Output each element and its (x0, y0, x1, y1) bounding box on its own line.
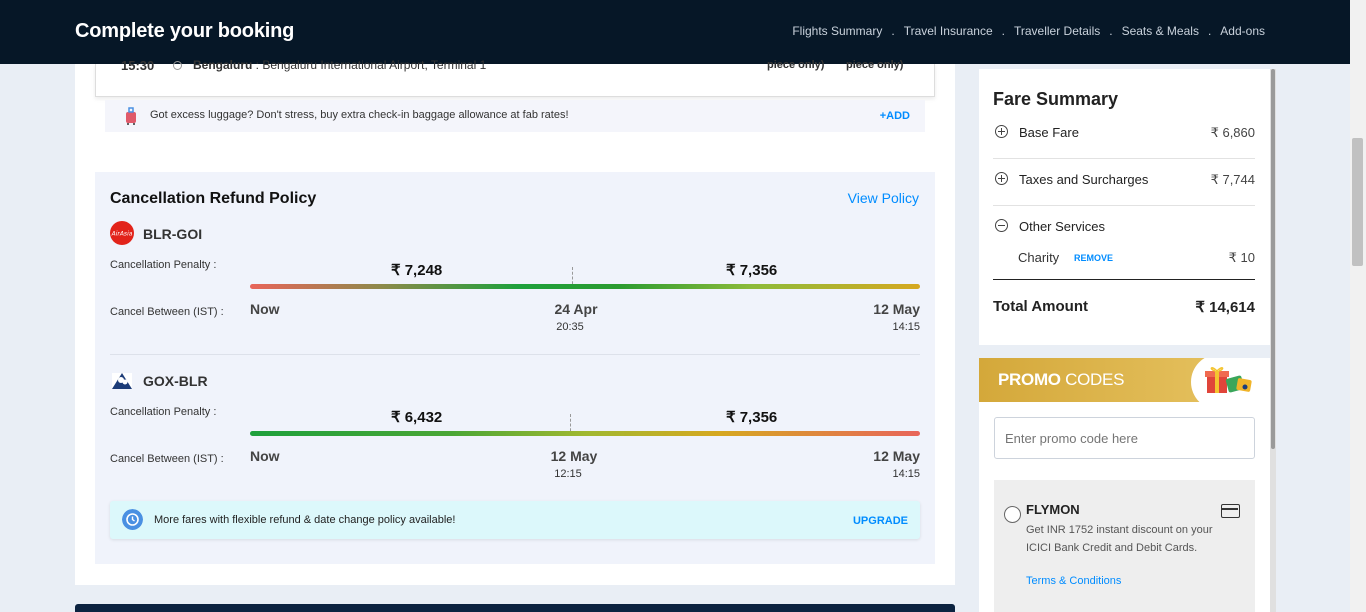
next-section-bar (75, 604, 955, 612)
timeline-start: Now (250, 301, 280, 317)
flight-segment-card: 15:30 Bengaluru : Bengaluru Internationa… (95, 58, 935, 97)
timeline-dot (173, 61, 182, 70)
timeline-end-date: 12 May (873, 448, 920, 464)
penalty-label: Cancellation Penalty : (110, 259, 217, 271)
timeline-mid-date: 24 Apr (554, 301, 598, 317)
page-scrollbar[interactable] (1350, 0, 1366, 612)
departure-time: 15:30 (121, 58, 155, 73)
penalty-amount: ₹ 7,356 (726, 409, 778, 426)
nav-separator: . (1001, 24, 1005, 38)
timeline-end-time: 14:15 (892, 468, 920, 480)
airline-logo-icon (112, 373, 132, 389)
timeline-end-time: 14:15 (892, 321, 920, 333)
nav-separator: . (1207, 24, 1212, 38)
gift-icon (1205, 367, 1252, 393)
nav-traveller-details[interactable]: Traveller Details (1014, 24, 1100, 38)
flexible-refund-icon (122, 509, 143, 530)
sidebar-scrollbar[interactable] (1270, 69, 1276, 612)
timeline-start: Now (250, 448, 280, 464)
route-name: BLR-GOI (143, 226, 203, 242)
page-header: Complete your booking Flights Summary . … (0, 0, 1350, 64)
promo-title-bold: PROMO (998, 370, 1061, 389)
promo-code-name: FLYMON (1026, 502, 1080, 517)
page-scrollbar-thumb[interactable] (1352, 138, 1363, 266)
credit-card-icon (1221, 504, 1240, 518)
penalty-amount: ₹ 6,432 (391, 409, 443, 426)
promo-offer-card[interactable]: FLYMON Get INR 1752 instant discount on … (994, 480, 1255, 612)
airasia-logo-icon: AirAsia (110, 221, 134, 245)
luggage-icon (126, 107, 136, 125)
route-name: GOX-BLR (143, 373, 208, 389)
fare-row-label: Base Fare (1019, 125, 1079, 140)
charity-row: Charity REMOVE ₹ 10 (993, 244, 1255, 280)
nav-separator: . (1109, 24, 1113, 38)
nav-travel-insurance[interactable]: Travel Insurance (904, 24, 993, 38)
policy-title: Cancellation Refund Policy (110, 190, 317, 207)
sidebar-panel: Fare Summary Base Fare ₹ 6,860 Taxes and… (979, 69, 1270, 612)
add-baggage-button[interactable]: +ADD (880, 110, 910, 122)
sidebar-scrollbar-thumb[interactable] (1271, 69, 1275, 449)
total-amount-row: Total Amount ₹ 14,614 (993, 298, 1255, 316)
charity-value: ₹ 10 (1228, 250, 1255, 265)
booking-main-card: 15:30 Bengaluru : Bengaluru Internationa… (75, 58, 955, 585)
charity-label: Charity (1018, 250, 1060, 265)
timeline-mid-time: 12:15 (554, 468, 582, 480)
cancellation-policy-section: Cancellation Refund Policy View Policy A… (95, 172, 935, 564)
departure-airport: : Bengaluru International Airport, Termi… (252, 58, 487, 72)
svg-text:AirAsia: AirAsia (111, 231, 133, 238)
excess-luggage-banner: Got excess luggage? Don't stress, buy ex… (105, 100, 925, 132)
cancel-between-label: Cancel Between (IST) : (110, 453, 224, 465)
promo-codes-card: PROMO CODES FLYMON Get INR 1752 instant … (979, 358, 1270, 612)
nav-separator: . (891, 24, 895, 38)
penalty-amount: ₹ 7,248 (391, 262, 443, 279)
expand-plus-icon[interactable] (995, 172, 1008, 185)
booking-steps-nav: Flights Summary . Travel Insurance . Tra… (792, 24, 1265, 38)
promo-title: PROMO CODES (998, 370, 1124, 390)
collapse-minus-icon[interactable] (995, 219, 1008, 232)
total-value: ₹ 14,614 (1195, 299, 1255, 316)
penalty-timeline-bar (250, 431, 920, 436)
fare-row-value: ₹ 7,744 (1210, 172, 1255, 187)
luggage-text: Got excess luggage? Don't stress, buy ex… (150, 109, 569, 121)
fare-row-base-fare[interactable]: Base Fare ₹ 6,860 (993, 112, 1255, 159)
fare-row-label: Taxes and Surcharges (1019, 172, 1149, 187)
penalty-amount: ₹ 7,356 (726, 262, 778, 279)
view-policy-link[interactable]: View Policy (848, 190, 919, 206)
fare-summary-title: Fare Summary (993, 89, 1119, 109)
remove-charity-button[interactable]: REMOVE (1074, 253, 1113, 263)
penalty-label: Cancellation Penalty : (110, 406, 217, 418)
timeline-end-date: 12 May (873, 301, 920, 317)
promo-title-light: CODES (1060, 370, 1125, 389)
expand-plus-icon[interactable] (995, 125, 1008, 138)
fare-row-label: Other Services (1019, 219, 1105, 234)
cancel-between-label: Cancel Between (IST) : (110, 306, 224, 318)
promo-code-input[interactable] (994, 417, 1255, 459)
page-title: Complete your booking (75, 20, 295, 42)
fare-row-value: ₹ 6,860 (1210, 125, 1255, 140)
timeline-mid-time: 20:35 (556, 321, 584, 333)
upgrade-button[interactable]: UPGRADE (853, 515, 908, 527)
terms-conditions-link[interactable]: Terms & Conditions (1026, 575, 1121, 587)
route-divider (110, 354, 920, 355)
departure-city: Bengaluru (193, 58, 253, 72)
promo-description: Get INR 1752 instant discount on your IC… (1026, 524, 1213, 554)
upgrade-banner: More fares with flexible refund & date c… (110, 501, 920, 539)
upgrade-text: More fares with flexible refund & date c… (154, 514, 456, 526)
departure-location: Bengaluru : Bengaluru International Airp… (193, 58, 486, 72)
nav-seats-meals[interactable]: Seats & Meals (1122, 24, 1199, 38)
promo-banner: PROMO CODES (979, 358, 1270, 402)
baggage-checkin-note: piece only) (846, 59, 904, 71)
total-label: Total Amount (993, 298, 1088, 315)
fare-row-taxes[interactable]: Taxes and Surcharges ₹ 7,744 (993, 159, 1255, 206)
promo-radio-button[interactable] (1004, 506, 1021, 523)
penalty-timeline-bar (250, 284, 920, 289)
timeline-mid-date: 12 May (550, 448, 598, 464)
nav-flights-summary[interactable]: Flights Summary (792, 24, 882, 38)
nav-add-ons[interactable]: Add-ons (1220, 24, 1265, 38)
fare-summary-card: Fare Summary Base Fare ₹ 6,860 Taxes and… (979, 69, 1270, 345)
baggage-cabin-note: piece only) (767, 59, 825, 71)
